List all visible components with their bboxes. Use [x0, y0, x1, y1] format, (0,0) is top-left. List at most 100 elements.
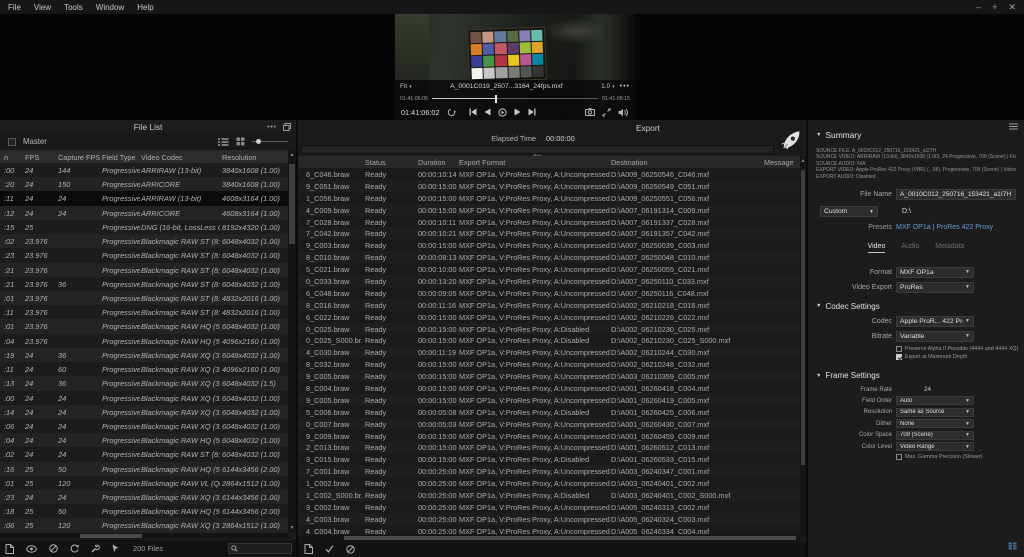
destination-path[interactable]: D:\: [902, 208, 911, 215]
file-list-row[interactable]: :162550ProgressiveBlackmagic RAW HQ (5:1…: [0, 462, 288, 476]
preview-eye-icon[interactable]: [26, 545, 37, 553]
resolution-dropdown[interactable]: Same as Source▼: [896, 408, 974, 417]
skip-end-icon[interactable]: [528, 108, 536, 116]
file-list-column-headers[interactable]: n FPS Capture FPSField Type Video Codec Reso…: [0, 150, 288, 163]
export-row[interactable]: 3_C002.brawReady00:00:25:00MXF OP1a, V:P…: [298, 501, 800, 513]
field-order-dropdown[interactable]: Auto▼: [896, 396, 974, 405]
scroll-up-icon[interactable]: ▲: [288, 151, 296, 159]
refresh-icon[interactable]: [70, 544, 79, 553]
summary-section-header[interactable]: ▼ Summary: [816, 130, 1016, 140]
column-header-destination[interactable]: Destination: [611, 158, 648, 167]
export-row[interactable]: 1_C056.brawReady00:00:15:00MXF OP1a, V:P…: [298, 192, 800, 204]
fullscreen-icon[interactable]: [602, 108, 611, 117]
export-row[interactable]: 5_C021.brawReady00:00:10:00MXF OP1a, V:P…: [298, 263, 800, 275]
file-list-row[interactable]: :042424ProgressiveBlackmagic RAW HQ (5:1…: [0, 433, 288, 447]
file-list-row[interactable]: :0125120ProgressiveBlackmagic RAW VL (Q0…: [0, 476, 288, 490]
menu-item-tools[interactable]: Tools: [64, 3, 83, 12]
step-forward-icon[interactable]: [514, 108, 521, 116]
file-list-row[interactable]: :022424ProgressiveBlackmagic RAW ST (8:1…: [0, 447, 288, 461]
export-row[interactable]: 6_C046.brawReady00:00:10:14MXF OP1a, V:P…: [298, 168, 800, 180]
export-row[interactable]: 8_C004.brawReady00:00:15:00MXF OP1a, V:P…: [298, 382, 800, 394]
thumbnail-size-slider[interactable]: [252, 137, 288, 146]
menu-item-file[interactable]: File: [8, 3, 21, 12]
file-list-row[interactable]: :0024144ProgressiveARRIRAW (13-bit)3840x…: [0, 163, 288, 177]
zoom-dropdown[interactable]: 1.0 ▾: [601, 83, 615, 90]
skip-start-icon[interactable]: [469, 108, 477, 116]
file-list-row[interactable]: :0625120ProgressiveBlackmagic RAW XQ (3:…: [0, 518, 288, 532]
file-list-row[interactable]: :2123.97636ProgressiveBlackmagic RAW ST …: [0, 277, 288, 291]
snapshot-camera-icon[interactable]: [585, 108, 595, 116]
presets-value[interactable]: MXF OP1a | ProRes 422 Proxy: [896, 224, 993, 231]
export-row[interactable]: 9_C051.brawReady00:00:15:00MXF OP1a, V:P…: [298, 180, 800, 192]
minimize-button[interactable]: –: [976, 3, 981, 12]
add-clip-icon[interactable]: [5, 544, 14, 554]
panel-float-icon[interactable]: [283, 123, 291, 131]
export-row[interactable]: 0_C025_S000.br...Ready00:00:15:00MXF OP1…: [298, 334, 800, 346]
column-header-fps[interactable]: FPS: [25, 153, 39, 162]
file-list-row[interactable]: :1123.976ProgressiveBlackmagic RAW ST (8…: [0, 305, 288, 319]
file-list-row[interactable]: :112424ProgressiveARRIRAW (13-bit)4608x3…: [0, 191, 288, 205]
cancel-icon[interactable]: [49, 544, 58, 553]
export-row[interactable]: 7_C001.brawReady00:00:25:00MXF OP1a, V:P…: [298, 465, 800, 477]
export-row[interactable]: 4_C003.brawReady00:00:25:00MXF OP1a, V:P…: [298, 513, 800, 525]
tools-wrench-icon[interactable]: [91, 544, 100, 553]
file-list-row[interactable]: :182550ProgressiveBlackmagic RAW HQ (5:1…: [0, 504, 288, 518]
export-row[interactable]: 9_C009.brawReady00:00:15:00MXF OP1a, V:P…: [298, 430, 800, 442]
maximize-button[interactable]: +: [992, 3, 997, 12]
file-list-row[interactable]: :1525ProgressiveDNG (16-bit, LossLess Co…: [0, 220, 288, 234]
tab-metadata[interactable]: Metadata: [935, 243, 964, 253]
column-header-video-codec[interactable]: Video Codec: [141, 153, 183, 162]
file-list-row[interactable]: :2123.976ProgressiveBlackmagic RAW ST (8…: [0, 263, 288, 277]
export-column-headers[interactable]: Status Duration Export Format Destination Me…: [298, 156, 800, 168]
volume-icon[interactable]: [618, 108, 629, 117]
file-list-row[interactable]: :0423.976ProgressiveBlackmagic RAW HQ (5…: [0, 334, 288, 348]
start-export-rocket-icon[interactable]: [780, 129, 802, 151]
close-button[interactable]: ✕: [1008, 3, 1016, 12]
frame-settings-header[interactable]: ▼ Frame Settings: [816, 371, 1016, 380]
file-list-row[interactable]: :2024150ProgressiveARRICORE3840x1608 (1.…: [0, 177, 288, 191]
search-field[interactable]: [228, 543, 292, 554]
export-row[interactable]: 7_C042.brawReady00:00:10:21MXF OP1a, V:P…: [298, 227, 800, 239]
video-export-dropdown[interactable]: ProRes▼: [896, 282, 974, 293]
color-space-dropdown[interactable]: 709 (Scene)▼: [896, 431, 974, 440]
column-header-field-type[interactable]: Field Type: [102, 153, 136, 162]
grid-view-icon[interactable]: [236, 137, 245, 146]
checkbox[interactable]: [896, 354, 902, 360]
playhead[interactable]: [495, 95, 497, 103]
seek-bar[interactable]: [432, 95, 598, 103]
file-list-row[interactable]: :002424ProgressiveBlackmagic RAW XQ (3:1…: [0, 391, 288, 405]
menu-item-view[interactable]: View: [34, 3, 51, 12]
play-icon[interactable]: [498, 108, 507, 117]
column-header-duration[interactable]: Duration: [418, 158, 446, 167]
scrollbar-thumb[interactable]: [801, 170, 805, 465]
column-header-duration-truncated[interactable]: n: [4, 153, 8, 162]
column-header-status[interactable]: Status: [365, 158, 386, 167]
export-row[interactable]: 1_C002_S000.br...Ready00:00:25:00MXF OP1…: [298, 489, 800, 501]
export-row[interactable]: 6_C022.brawReady00:00:15:00MXF OP1a, V:P…: [298, 311, 800, 323]
column-header-resolution[interactable]: Resolution: [222, 153, 256, 162]
master-checkbox[interactable]: [8, 138, 16, 146]
codec-settings-header[interactable]: ▼ Codec Settings: [816, 302, 1016, 311]
column-header-message[interactable]: Message: [764, 158, 794, 167]
codec-dropdown[interactable]: Apple ProR... 422 Proxy▼: [896, 316, 974, 327]
scrollbar-thumb[interactable]: [289, 164, 295, 244]
file-list-row[interactable]: :0223.976ProgressiveBlackmagic RAW ST (8…: [0, 234, 288, 248]
export-row[interactable]: 9_C005.brawReady00:00:15:00MXF OP1a, V:P…: [298, 394, 800, 406]
file-list-vertical-scrollbar[interactable]: ▲ ▼: [288, 150, 296, 533]
fit-dropdown[interactable]: Fit ▾: [400, 83, 412, 90]
checkbox[interactable]: [896, 454, 902, 460]
file-list-row[interactable]: :132436ProgressiveBlackmagic RAW XQ (3:1…: [0, 376, 288, 390]
column-header-capture-fps[interactable]: Capture FPS: [58, 153, 100, 162]
export-row[interactable]: 4_C009.brawReady00:00:15:00MXF OP1a, V:P…: [298, 204, 800, 216]
export-report-icon[interactable]: [304, 544, 313, 554]
export-row[interactable]: 1_C002.brawReady00:00:25:00MXF OP1a, V:P…: [298, 477, 800, 489]
list-view-icon[interactable]: [218, 138, 229, 146]
export-vertical-scrollbar[interactable]: ▲: [800, 156, 806, 537]
select-cursor-icon[interactable]: [112, 544, 120, 553]
file-list-horizontal-scrollbar[interactable]: [0, 533, 288, 539]
cancel-icon[interactable]: [346, 545, 355, 554]
column-header-export-format[interactable]: Export Format: [459, 158, 505, 167]
color-level-dropdown[interactable]: Video Range▼: [896, 442, 974, 451]
menu-item-window[interactable]: Window: [96, 3, 124, 12]
file-list-row[interactable]: :0123.976ProgressiveBlackmagic RAW HQ (5…: [0, 319, 288, 333]
